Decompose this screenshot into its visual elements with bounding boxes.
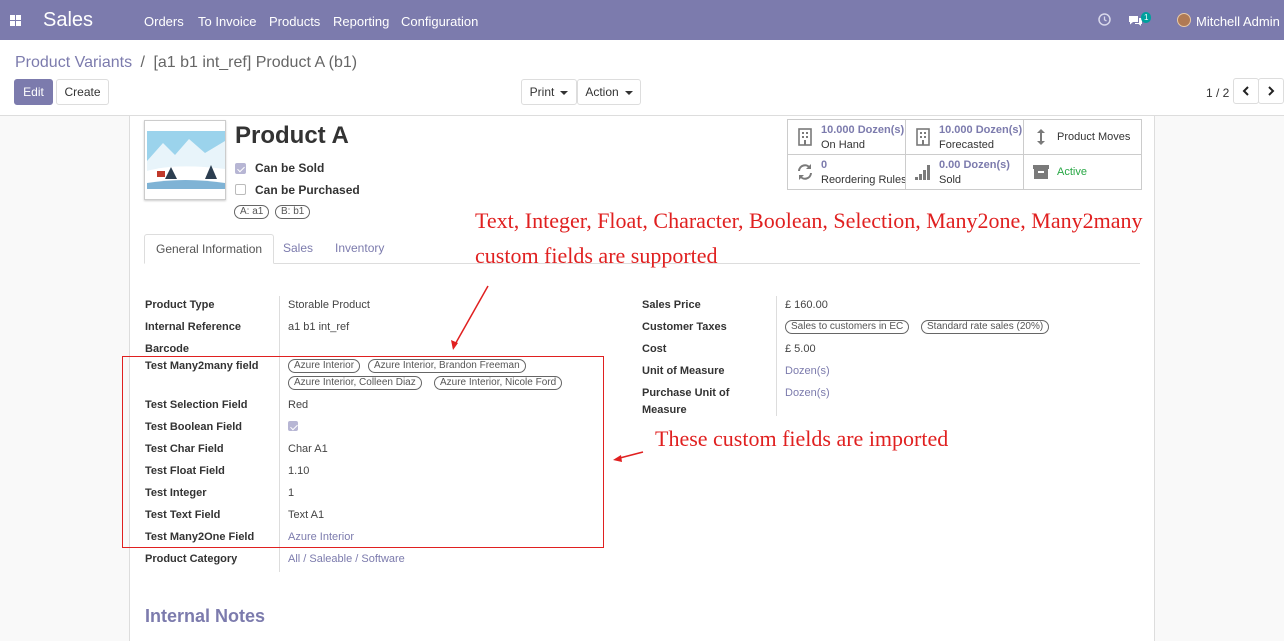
pager-value[interactable]: 1 / 2	[1206, 86, 1229, 100]
product-type-value: Storable Product	[288, 299, 370, 311]
internal-reference-value: a1 b1 int_ref	[288, 321, 350, 333]
signal-icon	[915, 165, 930, 180]
breadcrumb: Product Variants / [a1 b1 int_ref] Produ…	[15, 54, 357, 72]
product-name: Product A	[235, 122, 349, 149]
cost-value: £ 5.00	[785, 343, 816, 355]
top-navbar: Sales Orders To Invoice Products Reporti…	[0, 0, 1284, 40]
product-image[interactable]	[144, 120, 226, 200]
forecasted-button[interactable]: 10.000 Dozen(s) Forecasted	[906, 120, 1024, 155]
menu-configuration[interactable]: Configuration	[401, 14, 478, 29]
can-be-purchased-label: Can be Purchased	[255, 183, 360, 197]
caret-down-icon	[560, 90, 569, 95]
action-dropdown[interactable]: Action	[577, 79, 641, 105]
user-avatar[interactable]	[1177, 13, 1191, 27]
forecasted-label: Forecasted	[939, 139, 995, 151]
field-label: Purchase Unit of	[642, 387, 730, 399]
caret-down-icon	[624, 90, 633, 95]
attribute-tag: A: a1	[234, 205, 270, 219]
refresh-icon	[798, 164, 812, 180]
field-label: Product Type	[145, 299, 215, 311]
reordering-value: 0	[821, 159, 828, 171]
message-count-badge: 1	[1141, 12, 1152, 23]
edit-button[interactable]: Edit	[14, 79, 53, 105]
product-moves-label: Product Moves	[1057, 131, 1131, 143]
reordering-label: Reordering Rules	[821, 174, 906, 186]
annotation-supported-line2: custom fields are supported	[475, 243, 718, 268]
field-label: Barcode	[145, 343, 190, 355]
annotation-imported: These custom fields are imported	[655, 426, 949, 451]
archive-icon	[1033, 165, 1049, 179]
breadcrumb-separator: /	[140, 54, 145, 71]
purchase-uom-link[interactable]: Dozen(s)	[785, 387, 830, 399]
action-label: Action	[585, 85, 619, 99]
on-hand-value: 10.000 Dozen(s)	[821, 124, 905, 136]
tax-tag: Standard rate sales (20%)	[921, 320, 1050, 334]
on-hand-button[interactable]: 10.000 Dozen(s) On Hand	[788, 120, 906, 155]
reordering-rules-button[interactable]: 0 Reordering Rules	[788, 155, 906, 190]
smart-buttons: 10.000 Dozen(s) On Hand 10.000 Dozen(s) …	[787, 119, 1142, 190]
tab-inventory[interactable]: Inventory	[324, 234, 395, 264]
tab-sales[interactable]: Sales	[272, 234, 324, 264]
breadcrumb-current: [a1 b1 int_ref] Product A (b1)	[153, 54, 358, 71]
can-be-purchased-checkbox[interactable]	[235, 184, 246, 195]
active-toggle-button[interactable]: Active	[1024, 155, 1141, 190]
field-label: Customer Taxes	[642, 321, 727, 333]
menu-to-invoice[interactable]: To Invoice	[198, 14, 257, 29]
can-be-sold-checkbox[interactable]	[235, 163, 246, 174]
field-label: Sales Price	[642, 299, 701, 311]
print-dropdown[interactable]: Print	[521, 79, 577, 105]
highlight-box	[122, 356, 604, 548]
control-panel: Product Variants / [a1 b1 int_ref] Produ…	[0, 40, 1284, 116]
updown-arrow-icon	[1037, 129, 1045, 145]
app-name[interactable]: Sales	[43, 9, 93, 32]
building-icon	[798, 128, 812, 146]
apps-grid-icon[interactable]	[10, 15, 21, 26]
can-be-sold-label: Can be Sold	[255, 161, 325, 175]
tax-tag: Sales to customers in EC	[785, 320, 910, 334]
menu-orders[interactable]: Orders	[144, 14, 184, 29]
field-label: Unit of Measure	[642, 365, 725, 377]
create-button[interactable]: Create	[56, 79, 109, 105]
pager-next-button[interactable]	[1258, 78, 1284, 104]
sold-label: Sold	[939, 174, 962, 186]
clock-icon[interactable]	[1098, 13, 1111, 26]
field-label: Cost	[642, 343, 667, 355]
building-icon	[916, 128, 930, 146]
sold-button[interactable]: 0.00 Dozen(s) Sold	[906, 155, 1024, 190]
field-label: Internal Reference	[145, 321, 241, 333]
breadcrumb-parent-link[interactable]: Product Variants	[15, 54, 132, 71]
on-hand-label: On Hand	[821, 139, 866, 151]
chevron-left-icon	[1242, 86, 1249, 96]
menu-products[interactable]: Products	[269, 14, 320, 29]
tab-general-information[interactable]: General Information	[144, 234, 275, 264]
menu-reporting[interactable]: Reporting	[333, 14, 389, 29]
print-label: Print	[529, 85, 555, 99]
product-image-picture	[145, 121, 225, 199]
chevron-right-icon	[1268, 86, 1275, 96]
sales-price-value: £ 160.00	[785, 299, 828, 311]
attribute-tag: B: b1	[275, 205, 311, 219]
field-label: Product Category	[145, 553, 238, 565]
product-category-link[interactable]: All / Saleable / Software	[288, 553, 405, 565]
product-moves-button[interactable]: Product Moves	[1024, 120, 1141, 155]
uom-link[interactable]: Dozen(s)	[785, 365, 830, 377]
right-group-divider	[776, 296, 777, 416]
annotation-supported-line1: Text, Integer, Float, Character, Boolean…	[475, 208, 1143, 233]
field-label: Measure	[642, 404, 687, 416]
user-name[interactable]: Mitchell Admin	[1196, 14, 1280, 29]
forecasted-value: 10.000 Dozen(s)	[939, 124, 1023, 136]
internal-notes-heading: Internal Notes	[145, 606, 266, 626]
active-label: Active	[1057, 166, 1087, 178]
pager-previous-button[interactable]	[1233, 78, 1259, 104]
sold-value: 0.00 Dozen(s)	[939, 159, 1010, 171]
